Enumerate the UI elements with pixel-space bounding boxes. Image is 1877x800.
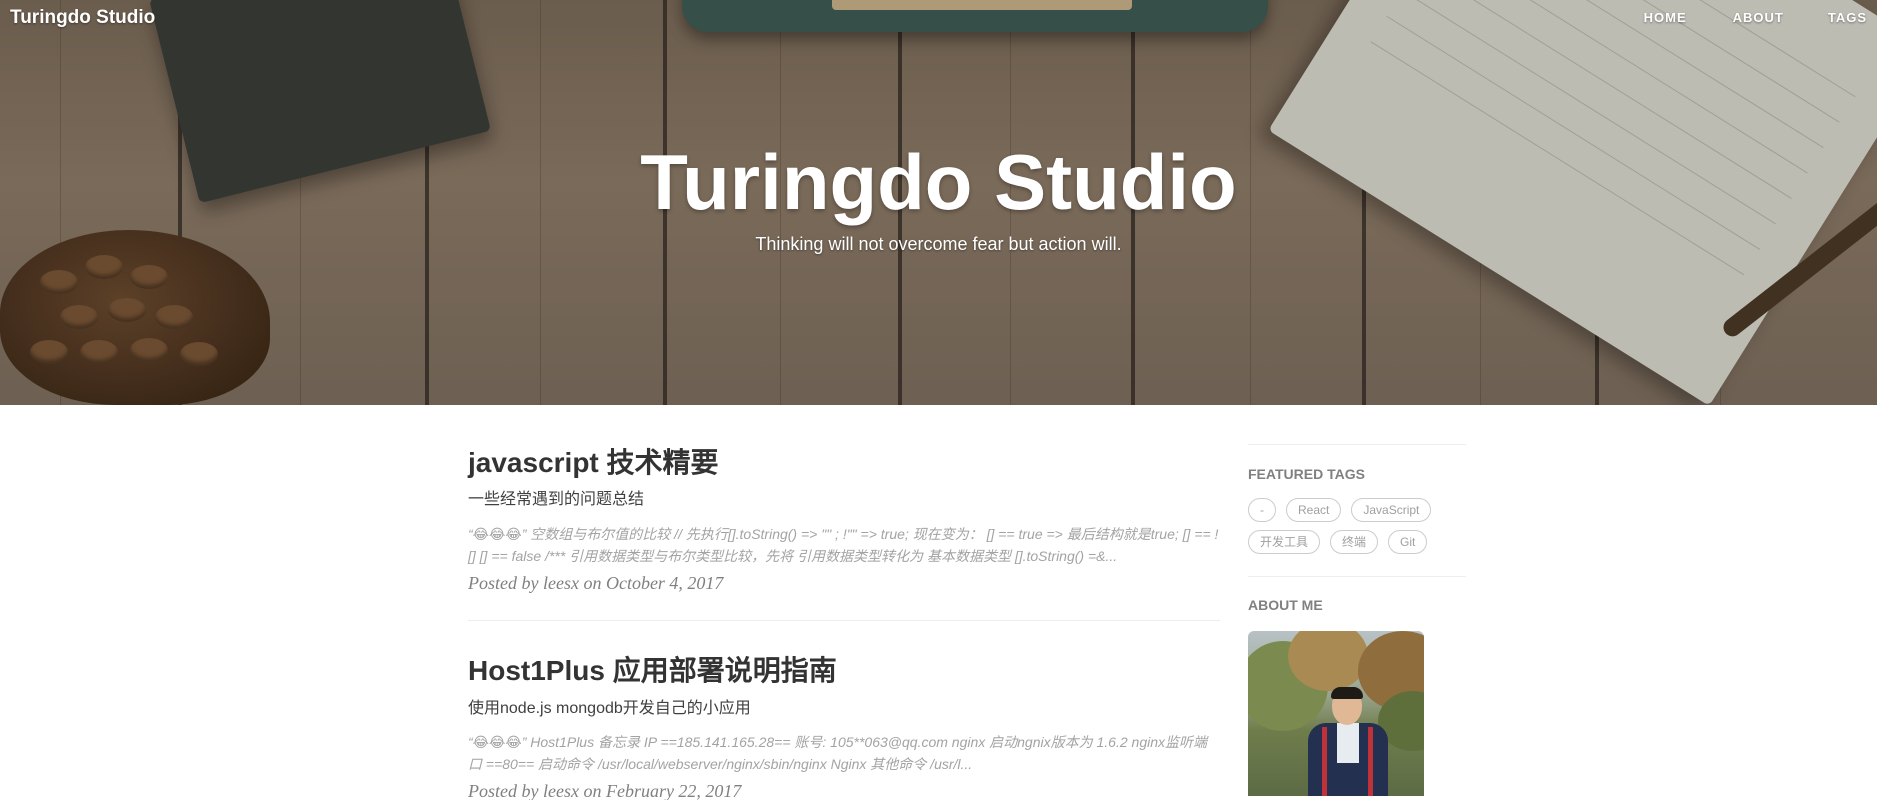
tag-dash[interactable]: - (1248, 498, 1276, 522)
hero-title: Turingdo Studio (640, 138, 1237, 226)
post-list: javascript 技术精要 一些经常遇到的问题总结 “😂😂😂” 空数组与布尔… (468, 445, 1220, 800)
post-preview[interactable]: javascript 技术精要 一些经常遇到的问题总结 “😂😂😂” 空数组与布尔… (468, 445, 1220, 620)
post-title-link[interactable]: javascript 技术精要 (468, 445, 1220, 481)
post-excerpt-line: “😂😂😂” 空数组与布尔值的比较 // 先执行[].toString() => … (468, 526, 1219, 543)
tag-react[interactable]: React (1286, 498, 1342, 522)
featured-tags-heading: FEATURED TAGS (1248, 466, 1365, 482)
photo-person-stripe (1322, 727, 1327, 796)
featured-tags-list: - React JavaScript 开发工具 终端 Git (1248, 498, 1466, 562)
post-meta: Posted by leesx on October 4, 2017 (468, 573, 724, 594)
nav-home-link[interactable]: HOME (1644, 10, 1687, 25)
post-title-link[interactable]: Host1Plus 应用部署说明指南 (468, 653, 1220, 689)
nav-tags-link[interactable]: TAGS (1828, 10, 1867, 25)
post-excerpt: “😂😂😂” 空数组与布尔值的比较 // 先执行[].toString() => … (468, 523, 1220, 567)
post-excerpt: “😂😂😂” Host1Plus 备忘录 IP ==185.141.165.28=… (468, 731, 1220, 775)
nav-about-link[interactable]: ABOUT (1733, 10, 1784, 25)
photo-person-stripe (1368, 727, 1373, 796)
hero-header: Turingdo Studio HOME ABOUT TAGS Turingdo… (0, 0, 1877, 405)
tag-terminal[interactable]: 终端 (1330, 530, 1379, 554)
tag-git[interactable]: Git (1388, 530, 1428, 554)
photo-person-hair (1331, 687, 1363, 699)
photo-person-shirt (1337, 723, 1359, 763)
post-excerpt-line: “😂😂😂” Host1Plus 备忘录 IP ==185.141.165.28=… (468, 734, 1207, 751)
tag-dev-tools[interactable]: 开发工具 (1248, 530, 1321, 554)
post-subtitle[interactable]: 使用node.js mongodb开发自己的小应用 (468, 699, 1220, 720)
top-nav: HOME ABOUT TAGS (1644, 10, 1877, 25)
tag-javascript[interactable]: JavaScript (1351, 498, 1432, 522)
post-excerpt-line: [] [] == false /*** 引用数据类型与布尔类型比较，先将 引用数… (468, 548, 1118, 565)
sidebar: FEATURED TAGS - React JavaScript 开发工具 终端… (1248, 444, 1466, 796)
about-me-heading: ABOUT ME (1248, 597, 1323, 613)
avatar-photo (1248, 631, 1424, 796)
sidebar-divider (1248, 444, 1466, 445)
site-brand-link[interactable]: Turingdo Studio (10, 7, 155, 29)
post-excerpt-line: 口 ==80== 启动命令 /usr/local/webserver/nginx… (468, 756, 973, 773)
post-divider (468, 620, 1220, 622)
post-meta: Posted by leesx on February 22, 2017 (468, 781, 742, 800)
sidebar-divider (1248, 576, 1466, 577)
post-subtitle[interactable]: 一些经常遇到的问题总结 (468, 490, 1220, 511)
hero-subtitle: Thinking will not overcome fear but acti… (755, 234, 1122, 254)
post-preview[interactable]: Host1Plus 应用部署说明指南 使用node.js mongodb开发自己… (468, 653, 1220, 800)
